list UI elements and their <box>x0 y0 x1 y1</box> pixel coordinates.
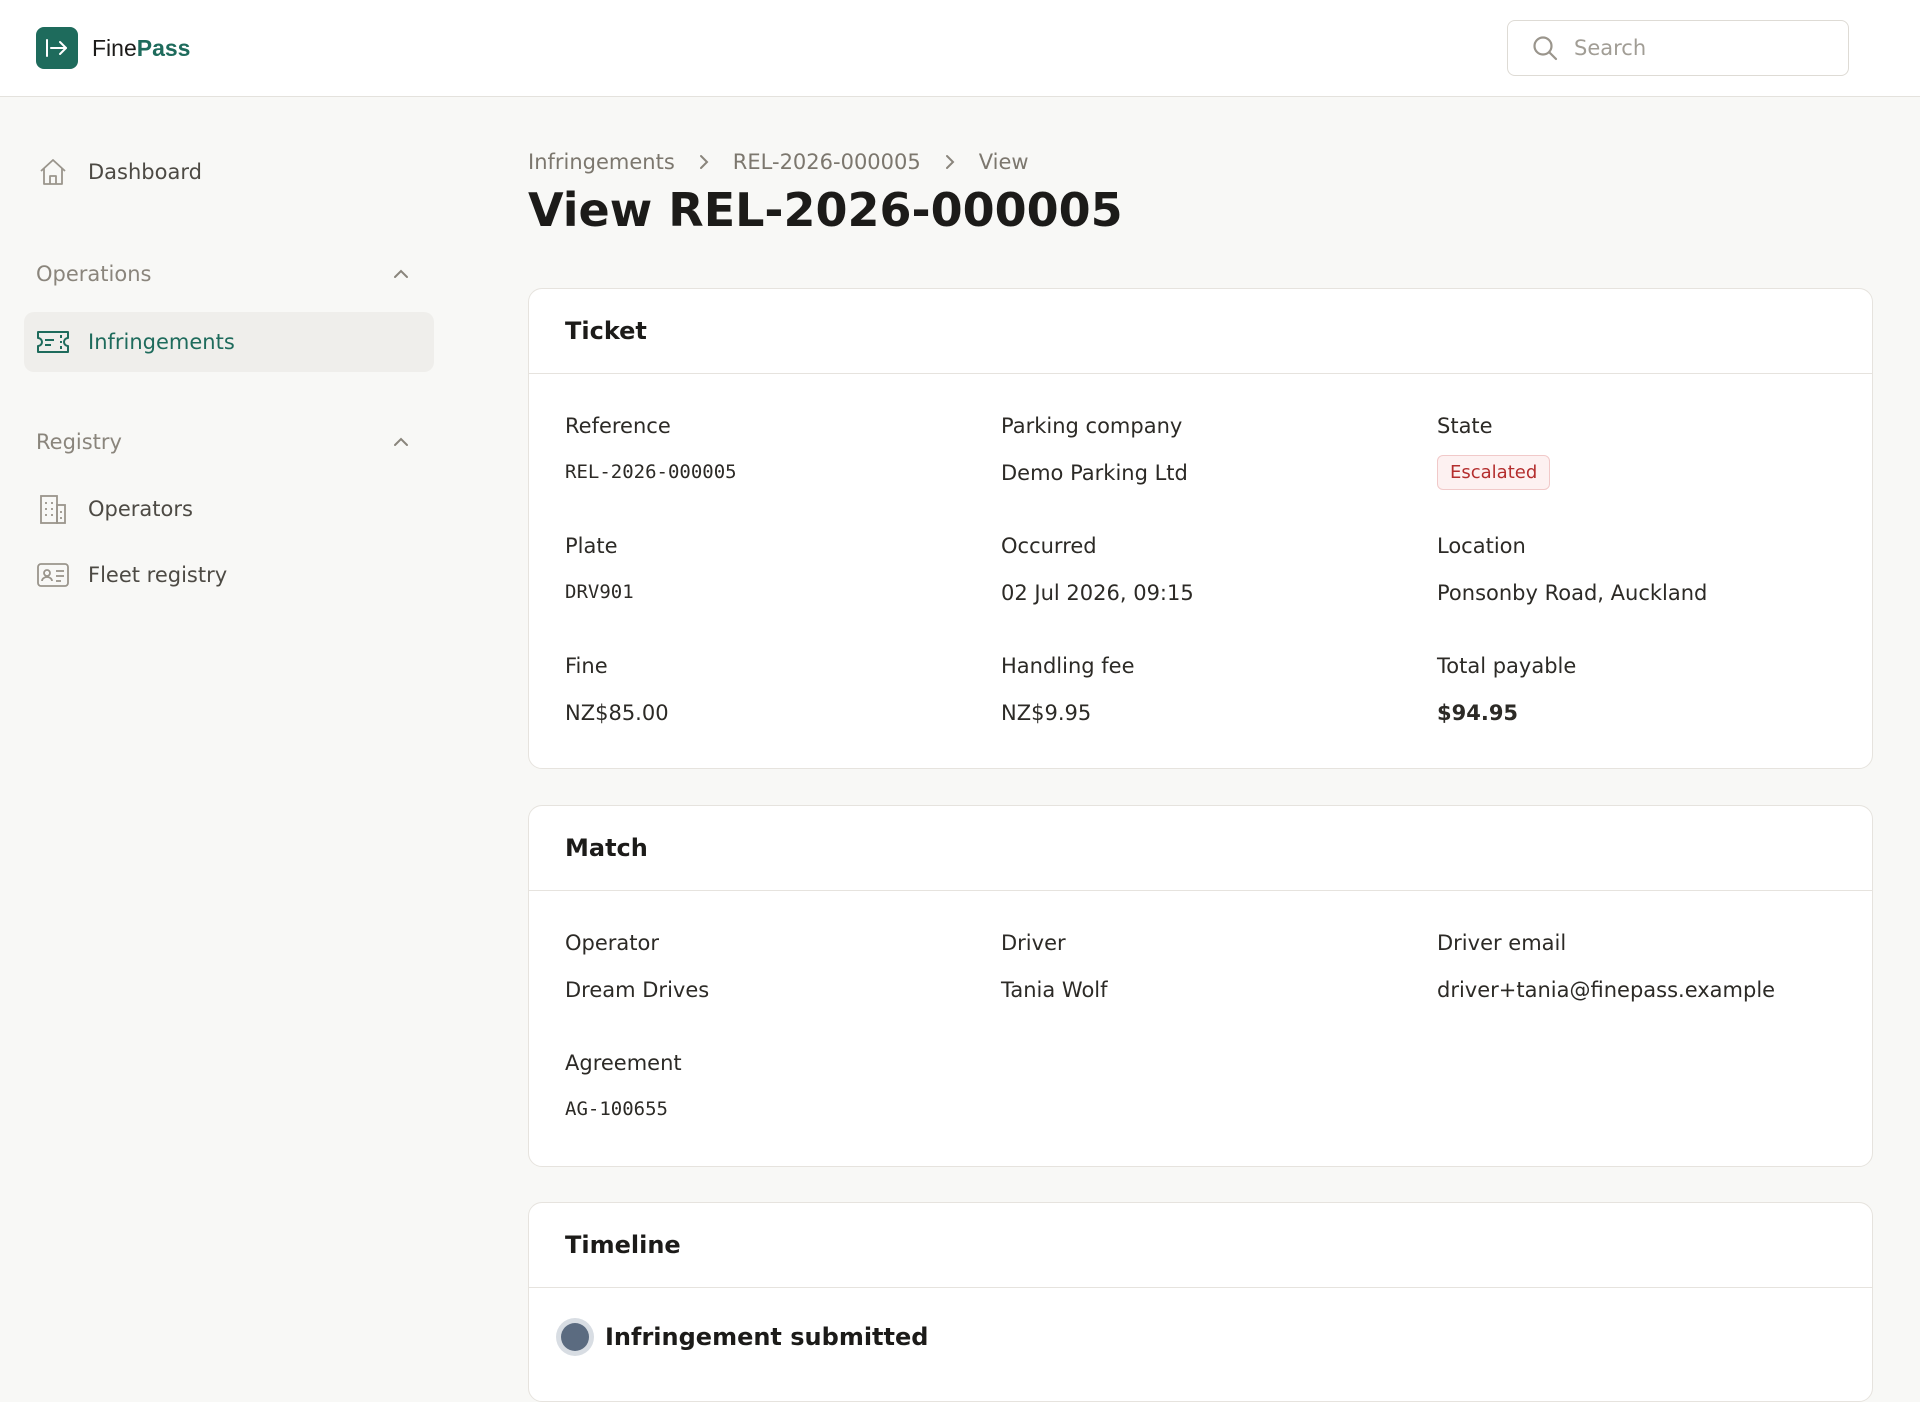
timeline-event: Infringement submitted <box>561 1323 928 1351</box>
field-label: Occurred <box>1001 534 1097 558</box>
field-label: Fine <box>565 654 608 678</box>
arrow-right-icon <box>36 27 78 69</box>
field-value: Dream Drives <box>565 978 710 1002</box>
chevron-right-icon <box>695 145 713 179</box>
sidebar: Dashboard Operations Infringements Regis… <box>0 97 454 1350</box>
field-label: Operator <box>565 931 659 955</box>
field-plate: Plate DRV901 <box>565 534 985 603</box>
timeline-event-title: Infringement submitted <box>605 1323 929 1351</box>
field-label: Handling fee <box>1001 654 1135 678</box>
status-badge: Escalated <box>1437 455 1551 490</box>
card-title: Match <box>529 806 1872 891</box>
sidebar-item-fleet-registry[interactable]: Fleet registry <box>24 545 434 605</box>
nav-group-label: Operations <box>36 262 152 286</box>
ticket-icon <box>36 325 70 359</box>
field-value: DRV901 <box>565 581 634 603</box>
field-value: Demo Parking Ltd <box>1001 461 1188 485</box>
timeline-card: Timeline Infringement submitted <box>528 1202 1873 1402</box>
match-card: Match Operator Dream Drives Driver Tania… <box>528 805 1873 1167</box>
field-state: State Escalated <box>1437 414 1857 490</box>
search-input[interactable] <box>1574 36 1834 60</box>
card-title: Timeline <box>529 1203 1872 1288</box>
top-bar: FinePass <box>0 0 1920 97</box>
field-agreement: Agreement AG-100655 <box>565 1051 985 1120</box>
home-icon <box>36 155 70 189</box>
chevron-up-icon <box>384 425 418 459</box>
field-driver: Driver Tania Wolf <box>1001 931 1421 1002</box>
field-label: State <box>1437 414 1493 438</box>
field-label: Parking company <box>1001 414 1183 438</box>
sidebar-item-label: Operators <box>88 497 193 521</box>
chevron-right-icon <box>941 145 959 179</box>
field-value: NZ$85.00 <box>565 701 669 725</box>
field-value: Ponsonby Road, Auckland <box>1437 581 1708 605</box>
field-label: Plate <box>565 534 618 558</box>
field-value: 02 Jul 2026, 09:15 <box>1001 581 1194 605</box>
field-total-payable: Total payable $94.95 <box>1437 654 1857 725</box>
field-label: Location <box>1437 534 1526 558</box>
field-value: Tania Wolf <box>1001 978 1108 1002</box>
field-value: driver+tania@finepass.example <box>1437 978 1776 1002</box>
field-label: Reference <box>565 414 671 438</box>
nav-group-operations[interactable]: Operations <box>36 257 418 291</box>
breadcrumb-reference[interactable]: REL-2026-000005 <box>733 150 921 174</box>
ticket-card: Ticket Reference REL-2026-000005 Parking… <box>528 288 1873 769</box>
page-title: View REL-2026-000005 <box>528 183 1123 237</box>
search-box[interactable] <box>1507 20 1849 76</box>
sidebar-item-operators[interactable]: Operators <box>24 479 434 539</box>
field-label: Total payable <box>1437 654 1577 678</box>
field-label: Driver <box>1001 931 1066 955</box>
nav-group-label: Registry <box>36 430 122 454</box>
field-location: Location Ponsonby Road, Auckland <box>1437 534 1857 605</box>
timeline-dot-icon <box>561 1323 589 1351</box>
brand-name: FinePass <box>92 34 191 61</box>
breadcrumb: Infringements REL-2026-000005 View <box>528 145 1029 179</box>
field-parking-company: Parking company Demo Parking Ltd <box>1001 414 1421 485</box>
field-value: $94.95 <box>1437 701 1519 725</box>
sidebar-item-label: Infringements <box>88 330 235 354</box>
building-icon <box>36 492 70 526</box>
field-value: NZ$9.95 <box>1001 701 1092 725</box>
sidebar-item-infringements[interactable]: Infringements <box>24 312 434 372</box>
id-card-icon <box>36 558 70 592</box>
brand[interactable]: FinePass <box>36 27 190 69</box>
field-value: REL-2026-000005 <box>565 461 737 483</box>
sidebar-item-dashboard[interactable]: Dashboard <box>24 142 434 202</box>
field-reference: Reference REL-2026-000005 <box>565 414 985 483</box>
chevron-up-icon <box>384 257 418 291</box>
field-handling-fee: Handling fee NZ$9.95 <box>1001 654 1421 725</box>
field-operator: Operator Dream Drives <box>565 931 985 1002</box>
sidebar-item-label: Fleet registry <box>88 563 228 587</box>
field-driver-email: Driver email driver+tania@finepass.examp… <box>1437 931 1857 1002</box>
card-title: Ticket <box>529 289 1872 374</box>
field-label: Driver email <box>1437 931 1567 955</box>
breadcrumb-current: View <box>978 150 1029 174</box>
search-icon <box>1528 31 1562 65</box>
field-label: Agreement <box>565 1051 682 1075</box>
field-occurred: Occurred 02 Jul 2026, 09:15 <box>1001 534 1421 605</box>
breadcrumb-infringements[interactable]: Infringements <box>528 150 675 174</box>
field-fine: Fine NZ$85.00 <box>565 654 985 725</box>
field-value: AG-100655 <box>565 1098 668 1120</box>
nav-group-registry[interactable]: Registry <box>36 425 418 459</box>
sidebar-item-label: Dashboard <box>88 160 202 184</box>
